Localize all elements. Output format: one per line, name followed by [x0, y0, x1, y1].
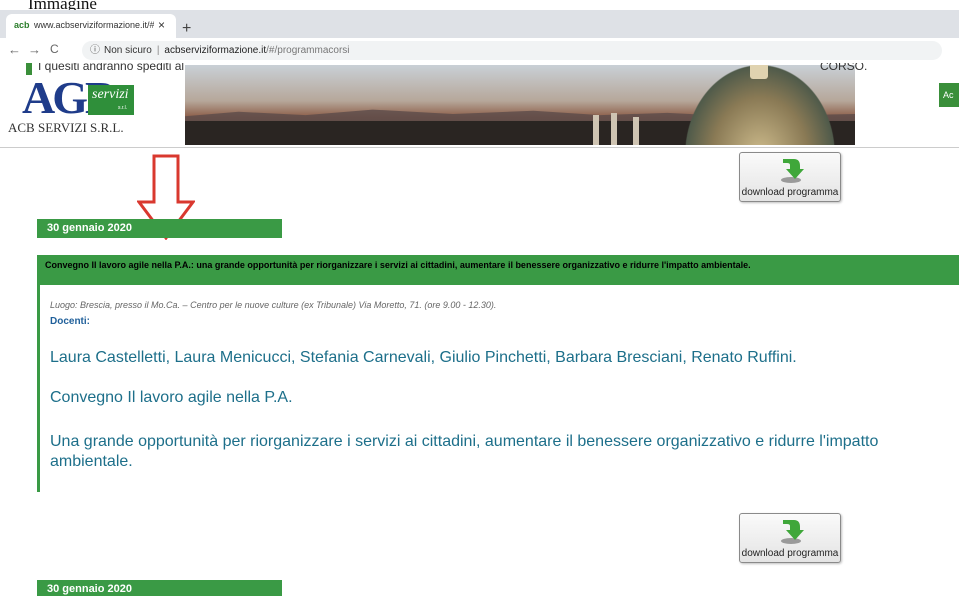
- course-details: Luogo: Brescia, presso il Mo.Ca. – Centr…: [37, 285, 959, 492]
- docenti-list: Laura Castelletti, Laura Menicucci, Stef…: [50, 349, 797, 366]
- course-date: 30 gennaio 2020: [37, 219, 282, 238]
- download-label: download programma: [741, 548, 839, 559]
- favicon-icon: acb: [14, 20, 30, 30]
- url-path: /#/programmacorsi: [266, 45, 350, 56]
- security-label: Non sicuro: [104, 45, 152, 56]
- close-icon[interactable]: ×: [158, 18, 165, 32]
- course-date: 30 gennaio 2020: [37, 580, 282, 596]
- browser-tab[interactable]: acb www.acbserviziformazione.it/#/p ×: [6, 14, 176, 38]
- forward-icon[interactable]: →: [28, 42, 41, 57]
- banner-tower: [593, 115, 599, 145]
- course-heading: Convegno Il lavoro agile nella P.A.: [50, 389, 293, 406]
- url-separator: |: [156, 45, 160, 56]
- download-program-button[interactable]: download programma: [739, 513, 841, 563]
- site-header: I quesiti andranno spediti al CORSO. AGB…: [0, 63, 959, 148]
- new-tab-button[interactable]: +: [182, 20, 191, 38]
- company-name: ACB SERVIZI S.R.L.: [8, 120, 124, 135]
- docenti-label: Docenti:: [50, 316, 90, 327]
- logo-small: s.r.l.: [118, 105, 128, 111]
- header-banner-image: [185, 65, 855, 145]
- course-description: Una grande opportunità per riorganizzare…: [50, 433, 879, 470]
- url-host: acbserviziformazione.it: [164, 45, 267, 56]
- reload-icon[interactable]: C: [50, 42, 59, 56]
- url-input[interactable]: ⓘ Non sicuro | acbserviziformazione.it/#/pr…: [82, 41, 942, 60]
- top-cropped-text: Immagine: [0, 0, 959, 13]
- download-icon: [781, 520, 804, 544]
- header-notice-end: CORSO.: [820, 63, 868, 73]
- course-location: Luogo: Brescia, presso il Mo.Ca. – Centr…: [50, 300, 497, 310]
- banner-dome-lantern: [750, 65, 768, 79]
- download-icon: [781, 159, 804, 183]
- course-title[interactable]: Convegno Il lavoro agile nella P.A.: una…: [37, 255, 959, 285]
- info-icon[interactable]: ⓘ: [90, 45, 100, 56]
- address-bar-row: ← → C ⓘ Non sicuro | acbserviziformazione.i…: [0, 38, 959, 64]
- tab-title: www.acbserviziformazione.it/#/p: [34, 20, 154, 30]
- download-program-button[interactable]: download programma: [739, 152, 841, 202]
- banner-tower: [633, 117, 639, 145]
- browser-tabstrip: acb www.acbserviziformazione.it/#/p × +: [0, 10, 959, 38]
- download-label: download programma: [741, 187, 839, 198]
- header-side-button[interactable]: Ac: [939, 83, 959, 107]
- banner-tower: [611, 113, 617, 145]
- logo-word: servizi: [92, 87, 129, 102]
- back-icon[interactable]: ←: [8, 42, 21, 57]
